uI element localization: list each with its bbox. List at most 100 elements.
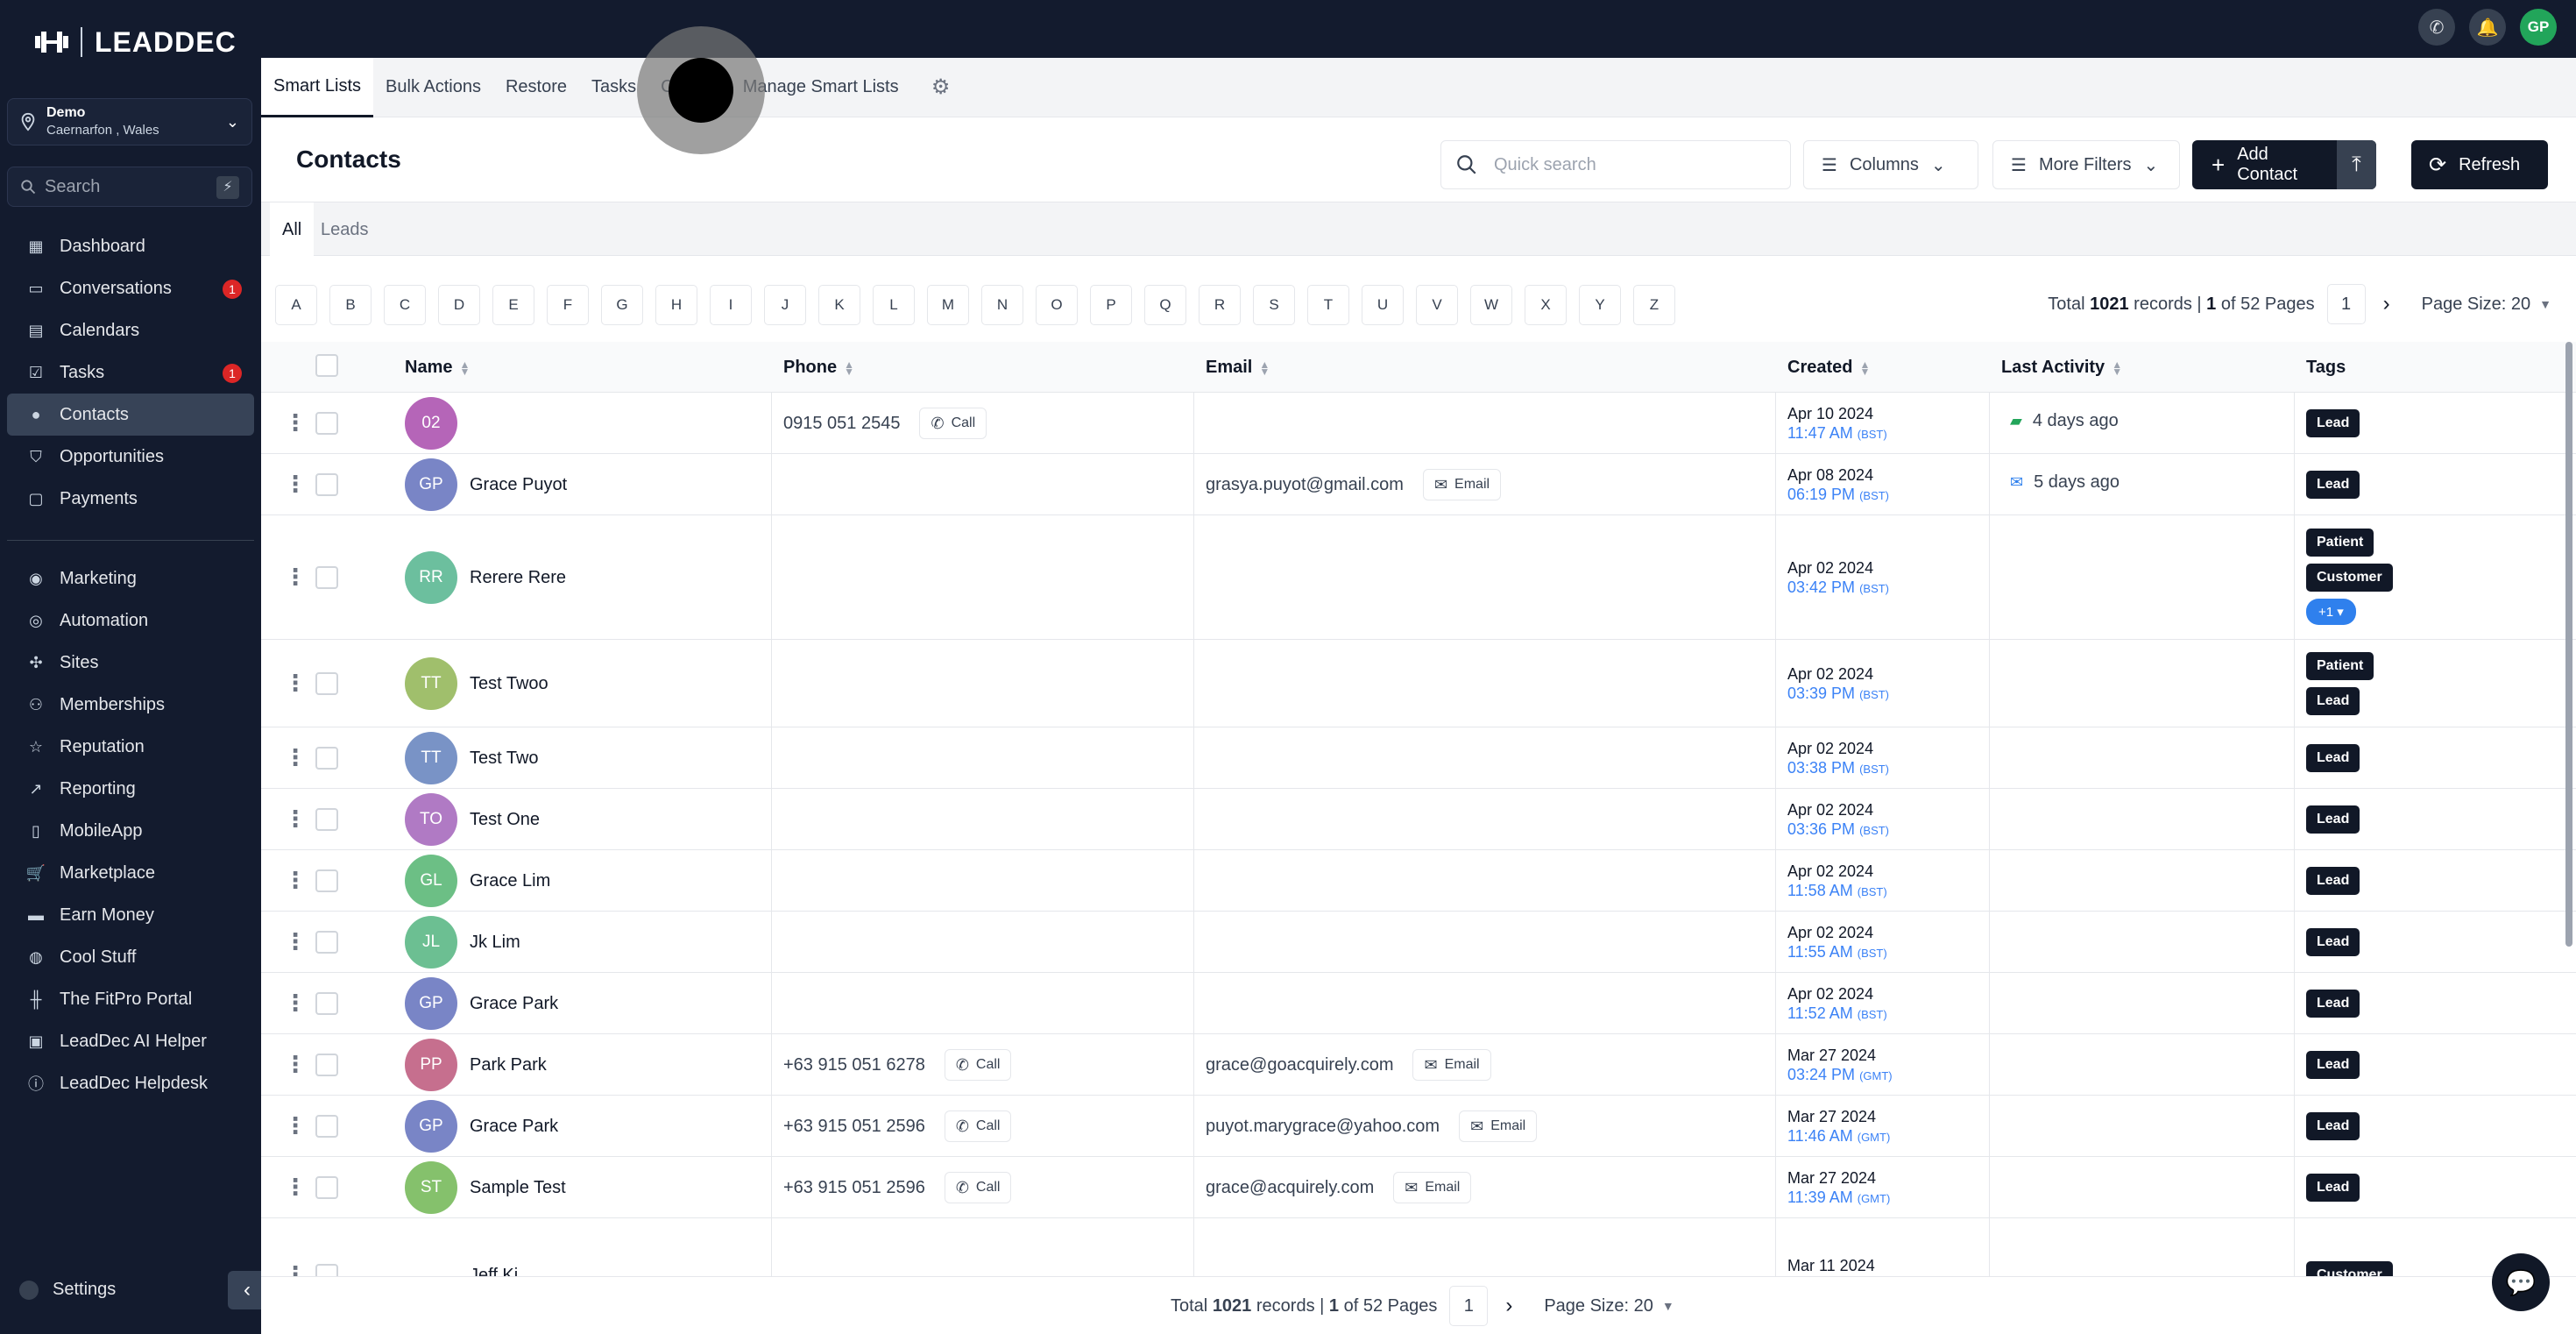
tab-leads[interactable]: Leads bbox=[308, 202, 381, 257]
tag-badge[interactable]: Lead bbox=[2306, 805, 2360, 834]
sidebar-item-contacts[interactable]: ● Contacts bbox=[7, 394, 254, 436]
quick-search-input[interactable]: Quick search bbox=[1440, 140, 1791, 189]
row-checkbox[interactable] bbox=[315, 992, 338, 1015]
sidebar-item-reputation[interactable]: ☆ Reputation bbox=[7, 726, 254, 768]
email-button[interactable]: ✉ Email bbox=[1412, 1049, 1491, 1081]
user-avatar[interactable]: GP bbox=[2520, 9, 2557, 46]
column-header-phone[interactable]: Phone ▲ ▼ bbox=[783, 358, 854, 378]
sidebar-item-payments[interactable]: ▢ Payments bbox=[7, 478, 254, 520]
contact-name-cell[interactable]: GP Grace Puyot bbox=[405, 458, 567, 511]
next-page-button[interactable]: › bbox=[1500, 1294, 1518, 1318]
more-tags-button[interactable]: +1 ▾ bbox=[2306, 599, 2356, 625]
letter-filter[interactable]: Q bbox=[1144, 285, 1186, 325]
tag-badge[interactable]: Lead bbox=[2306, 1174, 2360, 1202]
page-number-input[interactable]: 1 bbox=[1449, 1286, 1489, 1326]
contact-name-cell[interactable]: TO Test One bbox=[405, 793, 540, 846]
letter-filter[interactable]: F bbox=[547, 285, 589, 325]
sidebar-item-conversations[interactable]: ▭ Conversations 1 bbox=[7, 267, 254, 309]
table-row[interactable]: ⋮ GP Grace Puyot grasya.puyot@gmail.com ✉ Ema… bbox=[261, 454, 2576, 515]
row-actions-button[interactable]: ⋮ bbox=[284, 564, 307, 591]
table-row[interactable]: ⋮ JL Jk Lim Apr 02 2024 11:55 AM (BST) Lead bbox=[261, 912, 2576, 973]
letter-filter[interactable]: U bbox=[1362, 285, 1404, 325]
column-header-last-activity[interactable]: Last Activity ▲ ▼ bbox=[2001, 358, 2122, 378]
row-actions-button[interactable]: ⋮ bbox=[284, 471, 307, 498]
sidebar-item-ai-helper[interactable]: ▣ LeadDec AI Helper bbox=[7, 1020, 254, 1062]
table-row[interactable]: ⋮ GP Grace Park Apr 02 2024 11:52 AM (BST) Le… bbox=[261, 973, 2576, 1034]
letter-filter[interactable]: M bbox=[927, 285, 969, 325]
table-row[interactable]: ⋮ 02 0915 051 2545 ✆ Call Apr 10 2024 11:47 AM… bbox=[261, 393, 2576, 454]
sidebar-item-marketplace[interactable]: 🛒 Marketplace bbox=[7, 852, 254, 894]
letter-filter[interactable]: L bbox=[873, 285, 915, 325]
contact-name-cell[interactable]: GL Grace Lim bbox=[405, 855, 550, 907]
row-actions-button[interactable]: ⋮ bbox=[284, 928, 307, 955]
contact-name-cell[interactable]: PP Park Park bbox=[405, 1039, 547, 1091]
tab-smart-lists[interactable]: Smart Lists bbox=[261, 57, 374, 117]
row-checkbox[interactable] bbox=[315, 412, 338, 435]
tag-badge[interactable]: Lead bbox=[2306, 687, 2360, 715]
contact-name-cell[interactable]: ST Sample Test bbox=[405, 1161, 566, 1214]
table-row[interactable]: ⋮ RR Rerere Rere Apr 02 2024 03:42 PM (BST) P… bbox=[261, 515, 2576, 640]
row-checkbox[interactable] bbox=[315, 808, 338, 831]
table-row[interactable]: ⋮ Jeff Ki... Mar 11 2024 Customer bbox=[261, 1218, 2576, 1276]
row-actions-button[interactable]: ⋮ bbox=[284, 990, 307, 1017]
sidebar-item-helpdesk[interactable]: ⓘ LeadDec Helpdesk bbox=[7, 1062, 254, 1104]
row-actions-button[interactable]: ⋮ bbox=[284, 744, 307, 771]
tag-badge[interactable]: Patient bbox=[2306, 652, 2374, 680]
select-all-checkbox[interactable] bbox=[315, 354, 338, 377]
email-button[interactable]: ✉ Email bbox=[1393, 1172, 1472, 1203]
sidebar-item-tasks[interactable]: ☑ Tasks 1 bbox=[7, 351, 254, 394]
sidebar-item-mobileapp[interactable]: ▯ MobileApp bbox=[7, 810, 254, 852]
letter-filter[interactable]: X bbox=[1525, 285, 1567, 325]
notifications-button[interactable]: 🔔 bbox=[2469, 9, 2506, 46]
tag-badge[interactable]: Customer bbox=[2306, 1261, 2393, 1276]
table-row[interactable]: ⋮ TO Test One Apr 02 2024 03:36 PM (BST) Lead bbox=[261, 789, 2576, 850]
page-size-select[interactable]: Page Size: 20 ▼ bbox=[2422, 294, 2551, 315]
tab-all[interactable]: All bbox=[270, 202, 315, 257]
row-actions-button[interactable]: ⋮ bbox=[284, 1261, 307, 1276]
sidebar-item-earn-money[interactable]: ▬ Earn Money bbox=[7, 894, 254, 936]
letter-filter[interactable]: K bbox=[818, 285, 860, 325]
page-number-input[interactable]: 1 bbox=[2326, 284, 2366, 324]
sidebar-item-automation[interactable]: ◎ Automation bbox=[7, 600, 254, 642]
column-header-email[interactable]: Email ▲ ▼ bbox=[1206, 358, 1270, 378]
table-row[interactable]: ⋮ TT Test Two Apr 02 2024 03:38 PM (BST) Lead bbox=[261, 727, 2576, 789]
next-page-button[interactable]: › bbox=[2378, 292, 2396, 316]
email-button[interactable]: ✉ Email bbox=[1422, 469, 1502, 500]
tag-badge[interactable]: Lead bbox=[2306, 928, 2360, 956]
letter-filter[interactable]: R bbox=[1199, 285, 1241, 325]
tag-badge[interactable]: Lead bbox=[2306, 867, 2360, 895]
add-contact-button[interactable]: + Add Contact bbox=[2192, 140, 2337, 189]
contact-name-cell[interactable]: Jeff Ki... bbox=[405, 1249, 533, 1276]
sidebar-item-reporting[interactable]: ↗ Reporting bbox=[7, 768, 254, 810]
table-scrollbar[interactable] bbox=[2565, 342, 2572, 947]
letter-filter[interactable]: J bbox=[764, 285, 806, 325]
letter-filter[interactable]: O bbox=[1036, 285, 1078, 325]
letter-filter[interactable]: I bbox=[710, 285, 752, 325]
column-header-name[interactable]: Name ▲ ▼ bbox=[405, 358, 470, 378]
more-filters-button[interactable]: ☰ More Filters ⌄ bbox=[1992, 140, 2180, 189]
row-actions-button[interactable]: ⋮ bbox=[284, 1174, 307, 1201]
page-size-select[interactable]: Page Size: 20 ▼ bbox=[1544, 1296, 1674, 1316]
tag-badge[interactable]: Lead bbox=[2306, 1112, 2360, 1140]
letter-filter[interactable]: E bbox=[492, 285, 534, 325]
location-switcher[interactable]: Demo Caernarfon , Wales ⌄ bbox=[7, 98, 252, 145]
row-actions-button[interactable]: ⋮ bbox=[284, 1112, 307, 1139]
row-checkbox[interactable] bbox=[315, 672, 338, 695]
letter-filter[interactable]: C bbox=[384, 285, 426, 325]
letter-filter[interactable]: N bbox=[981, 285, 1023, 325]
contact-name-cell[interactable]: TT Test Two bbox=[405, 732, 539, 784]
tab-bulk-actions[interactable]: Bulk Actions bbox=[373, 58, 493, 117]
tag-badge[interactable]: Patient bbox=[2306, 529, 2374, 557]
table-row[interactable]: ⋮ TT Test Twoo Apr 02 2024 03:39 PM (BST) Pat… bbox=[261, 640, 2576, 727]
tag-badge[interactable]: Lead bbox=[2306, 1051, 2360, 1079]
columns-button[interactable]: ☰ Columns ⌄ bbox=[1803, 140, 1978, 189]
letter-filter[interactable]: A bbox=[275, 285, 317, 325]
sidebar-item-memberships[interactable]: ⚇ Memberships bbox=[7, 684, 254, 726]
column-header-created[interactable]: Created ▲ ▼ bbox=[1787, 358, 1870, 378]
row-checkbox[interactable] bbox=[315, 473, 338, 496]
letter-filter[interactable]: Y bbox=[1579, 285, 1621, 325]
sidebar-item-cool-stuff[interactable]: ◍ Cool Stuff bbox=[7, 936, 254, 978]
table-row[interactable]: ⋮ ST Sample Test +63 915 051 2596 ✆ Call grace… bbox=[261, 1157, 2576, 1218]
bolt-icon[interactable]: ⚡ bbox=[216, 176, 239, 199]
row-checkbox[interactable] bbox=[315, 1264, 338, 1276]
